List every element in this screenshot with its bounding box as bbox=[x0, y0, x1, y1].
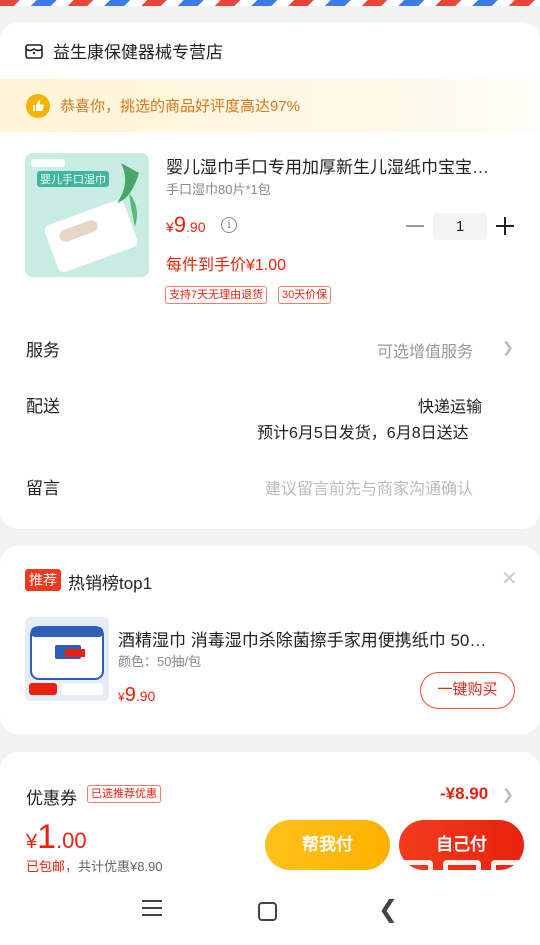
unit-price: 每件到手价¥1.00 bbox=[166, 257, 287, 274]
watermark-glyph bbox=[443, 860, 481, 918]
product-image-art: 婴儿手口湿巾 bbox=[25, 153, 149, 277]
recommend-item-name[interactable]: 酒精湿巾 消毒湿巾杀除菌擦手家用便携纸巾 50… bbox=[118, 626, 514, 651]
one-click-buy-button[interactable]: 一键购买 bbox=[420, 672, 515, 709]
recommend-price: ¥9.90 bbox=[118, 684, 155, 707]
total-summary: 已包邮，共计优惠¥8.90 bbox=[26, 856, 163, 875]
total-decimal: .00 bbox=[56, 828, 87, 853]
product-image-label: 婴儿手口湿巾 bbox=[40, 172, 106, 186]
recommend-badge: 推荐 bbox=[25, 569, 61, 591]
quantity-input[interactable]: 1 bbox=[433, 213, 487, 240]
rec-price-currency: ¥ bbox=[118, 690, 125, 704]
recommend-item-spec: 颜色：50抽/包 bbox=[118, 654, 202, 669]
order-card: 益生康保健器械专营店 恭喜你，挑选的商品好评度高达97% 婴儿手口湿巾 婴儿湿巾… bbox=[0, 22, 540, 529]
coupon-label: 优惠券 bbox=[26, 789, 77, 808]
store-icon bbox=[25, 43, 43, 59]
rec-price-integer: 9 bbox=[124, 684, 136, 706]
store-header[interactable]: 益生康保健器械专营店 bbox=[24, 38, 223, 63]
shipping-text: 已包邮 bbox=[26, 859, 66, 874]
total-integer: 1 bbox=[37, 818, 57, 856]
delivery-label: 配送 bbox=[26, 397, 60, 416]
price-decimal: .90 bbox=[186, 219, 206, 235]
close-icon[interactable]: ✕ bbox=[501, 566, 518, 591]
quantity-plus-button[interactable] bbox=[496, 217, 514, 235]
menu-icon[interactable] bbox=[142, 900, 162, 921]
store-name: 益生康保健器械专营店 bbox=[53, 43, 223, 62]
coupon-tag: 已选推荐优惠 bbox=[87, 785, 161, 803]
rec-price-decimal: .90 bbox=[135, 688, 156, 704]
product-image[interactable]: 婴儿手口湿巾 bbox=[25, 153, 149, 277]
info-icon[interactable]: i bbox=[221, 217, 237, 233]
delivery-method[interactable]: 快递运输 bbox=[418, 393, 482, 417]
recommend-image-art bbox=[25, 617, 109, 701]
total-price: ¥1.00 bbox=[26, 818, 87, 857]
service-value[interactable]: 可选增值服务 bbox=[377, 338, 473, 362]
watermark-glyph bbox=[491, 860, 529, 918]
total-currency: ¥ bbox=[26, 831, 38, 853]
thumbs-up-icon bbox=[26, 93, 50, 118]
product-price: ¥9.90 bbox=[166, 212, 206, 238]
help-pay-button[interactable]: 帮我付 bbox=[265, 820, 390, 870]
recommend-title: 热销榜top1 bbox=[68, 574, 153, 593]
product-spec[interactable]: 手口湿巾80片*1包 bbox=[166, 179, 271, 198]
recommend-image[interactable] bbox=[25, 617, 109, 701]
airmail-border bbox=[0, 0, 540, 6]
praise-banner: 恭喜你，挑选的商品好评度高达97% bbox=[0, 79, 540, 132]
watermark-text: zhizhizhi.com bbox=[398, 922, 520, 941]
delivery-eta: 预计6月5日发货，6月8日送达 bbox=[257, 425, 469, 442]
watermark: zhizhizhi.com bbox=[395, 858, 540, 945]
note-input[interactable]: 建议留言前先与商家沟通确认 bbox=[265, 475, 473, 499]
chevron-right-icon[interactable]: ❯ bbox=[502, 786, 514, 803]
coupon-value: -¥8.90 bbox=[440, 784, 489, 803]
service-label: 服务 bbox=[26, 341, 60, 360]
product-title[interactable]: 婴儿湿巾手口专用加厚新生儿湿纸巾宝宝… bbox=[166, 153, 516, 178]
watermark-glyph bbox=[395, 860, 433, 918]
home-icon[interactable] bbox=[258, 902, 277, 921]
discount-text: ，共计优惠¥8.90 bbox=[65, 859, 163, 874]
quantity-minus-button[interactable] bbox=[406, 225, 424, 227]
banner-text: 恭喜你，挑选的商品好评度高达97% bbox=[60, 98, 301, 115]
recommend-card: 推荐 热销榜top1 ✕ 酒精湿巾 消毒湿巾杀除菌擦手家用便携纸巾 50… 颜色… bbox=[0, 546, 540, 734]
price-integer: 9 bbox=[173, 212, 187, 237]
chevron-right-icon[interactable]: ❯ bbox=[502, 339, 514, 356]
note-label: 留言 bbox=[26, 479, 60, 498]
tag-price-protect: 30天价保 bbox=[278, 286, 332, 304]
tag-7day-return: 支持7天无理由退货 bbox=[165, 286, 268, 304]
price-currency: ¥ bbox=[166, 219, 174, 235]
